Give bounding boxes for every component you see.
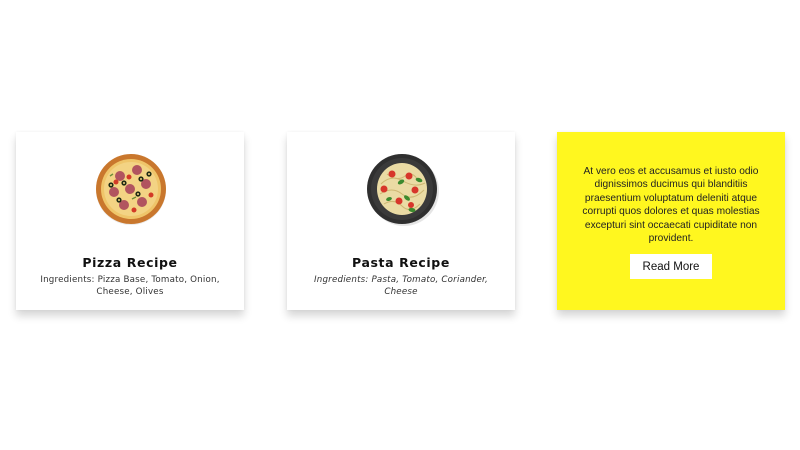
promo-card: At vero eos et accusamus et iusto odio d… bbox=[557, 132, 785, 310]
pizza-icon bbox=[96, 154, 166, 225]
recipe-card-pizza: Pizza Recipe Ingredients: Pizza Base, To… bbox=[16, 132, 244, 310]
promo-text: At vero eos et accusamus et iusto odio d… bbox=[582, 166, 760, 245]
card-ingredients: Ingredients: Pasta, Tomato, Coriander, C… bbox=[313, 275, 488, 297]
pasta-bowl-icon bbox=[367, 154, 439, 226]
read-more-button[interactable]: Read More bbox=[630, 254, 712, 279]
card-title: Pizza Recipe bbox=[82, 255, 178, 270]
recipe-card-pasta: Pasta Recipe Ingredients: Pasta, Tomato,… bbox=[287, 132, 515, 310]
card-ingredients: Ingredients: Pizza Base, Tomato, Onion, … bbox=[40, 275, 220, 297]
card-title: Pasta Recipe bbox=[352, 255, 450, 270]
